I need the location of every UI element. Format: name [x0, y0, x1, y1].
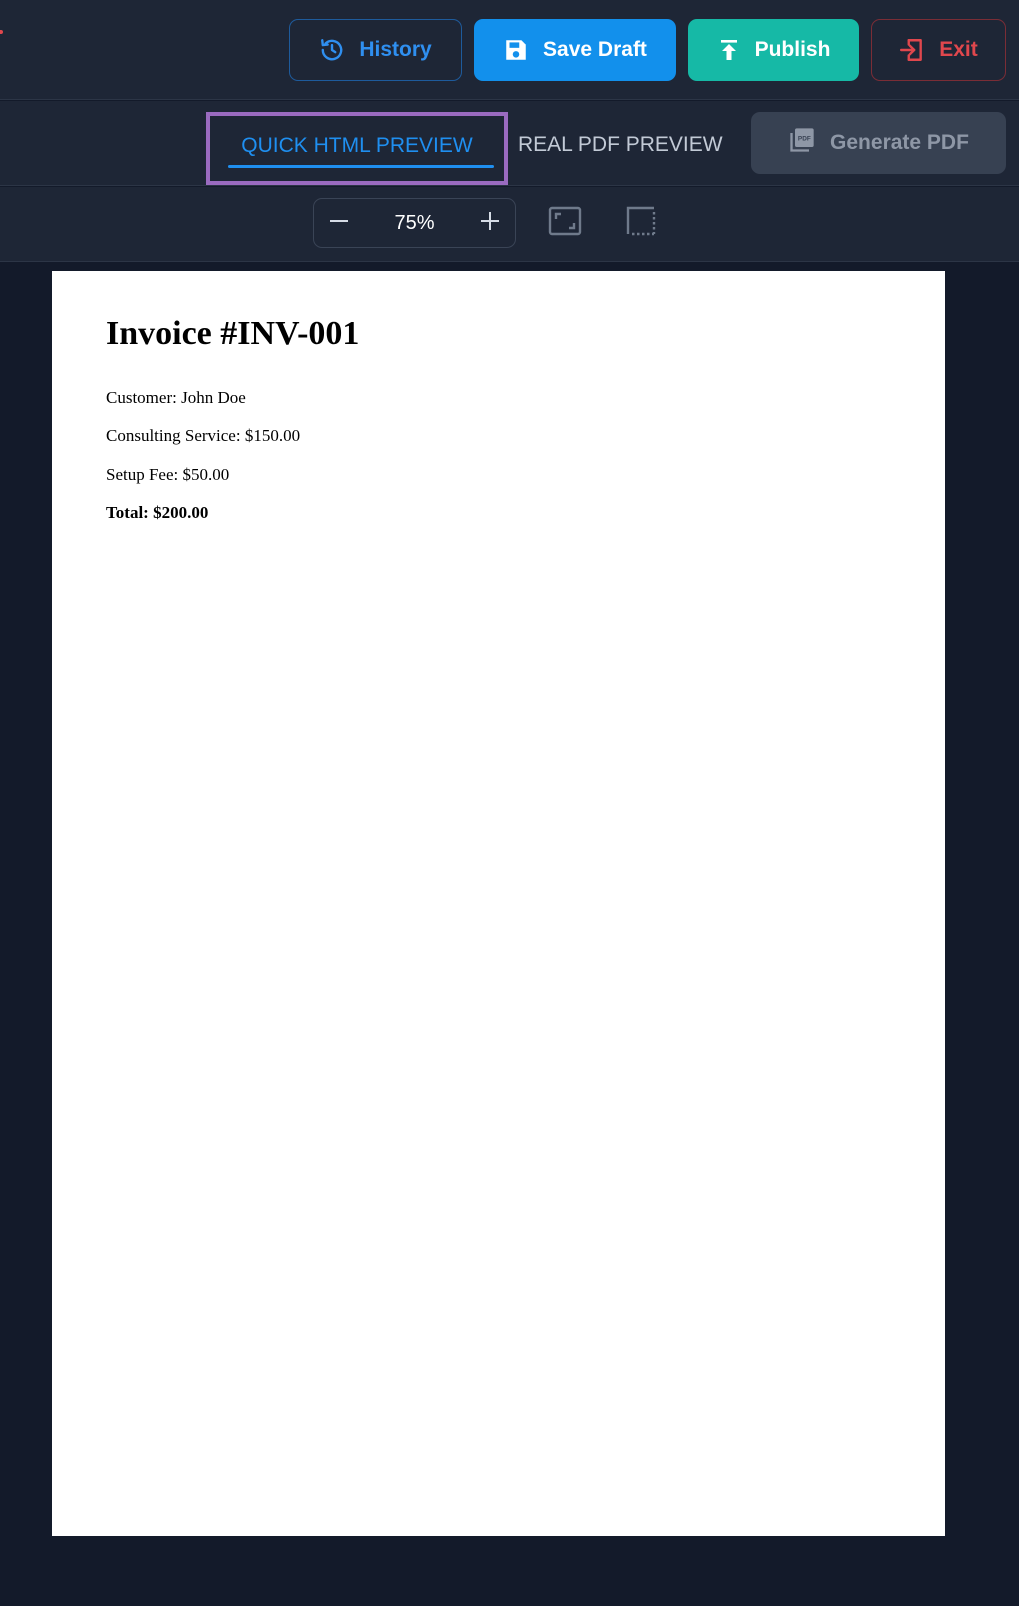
customer-line: Customer: John Doe [106, 388, 246, 407]
generate-pdf-label: Generate PDF [830, 131, 969, 154]
total-line: Total: $200.00 [106, 503, 209, 522]
setup-fee-line: Setup Fee: $50.00 [106, 465, 230, 484]
pdf-stack-icon: PDF [788, 126, 816, 160]
fit-width-icon [626, 206, 656, 241]
fit-width-button[interactable] [622, 204, 660, 242]
top-toolbar: History Save Draft Publish Exit [0, 0, 1019, 100]
history-label: History [359, 38, 432, 61]
zoom-control: 75% [313, 198, 516, 248]
exit-button[interactable]: Exit [871, 19, 1006, 81]
zoom-level: 75% [394, 211, 435, 234]
publish-button[interactable]: Publish [688, 19, 859, 81]
exit-label: Exit [939, 38, 978, 61]
upload-icon [717, 38, 741, 62]
tab-quick-html-preview[interactable]: QUICK HTML PREVIEW [206, 112, 508, 185]
generate-pdf-button[interactable]: PDF Generate PDF [751, 112, 1006, 174]
tab-quick-html-preview-label: QUICK HTML PREVIEW [241, 133, 473, 157]
save-draft-label: Save Draft [543, 38, 647, 61]
fit-page-button[interactable] [546, 204, 584, 242]
history-button[interactable]: History [289, 19, 462, 81]
tab-real-pdf-preview[interactable]: REAL PDF PREVIEW [518, 125, 723, 165]
preview-canvas[interactable]: Invoice #INV-001 Customer: John Doe Cons… [0, 263, 1019, 1606]
minus-icon [328, 210, 350, 237]
publish-label: Publish [754, 38, 831, 61]
plus-icon [479, 210, 501, 237]
edge-marker [0, 30, 3, 34]
exit-icon [899, 37, 925, 63]
save-draft-button[interactable]: Save Draft [474, 19, 676, 81]
tab-real-pdf-preview-label: REAL PDF PREVIEW [518, 133, 723, 156]
fit-page-icon [548, 206, 582, 241]
floppy-disk-icon [503, 37, 529, 63]
consulting-service-line: Consulting Service: $150.00 [106, 426, 301, 445]
history-icon [319, 37, 345, 63]
preview-tab-bar: QUICK HTML PREVIEW REAL PDF PREVIEW PDF … [0, 101, 1019, 186]
invoice-title: Invoice #INV-001 [106, 315, 360, 352]
zoom-toolbar: 75% [0, 187, 1019, 262]
document-page: Invoice #INV-001 Customer: John Doe Cons… [52, 271, 945, 1536]
zoom-in-button[interactable] [465, 199, 515, 247]
zoom-out-button[interactable] [314, 199, 364, 247]
svg-text:PDF: PDF [798, 136, 811, 143]
active-tab-indicator [228, 165, 494, 168]
